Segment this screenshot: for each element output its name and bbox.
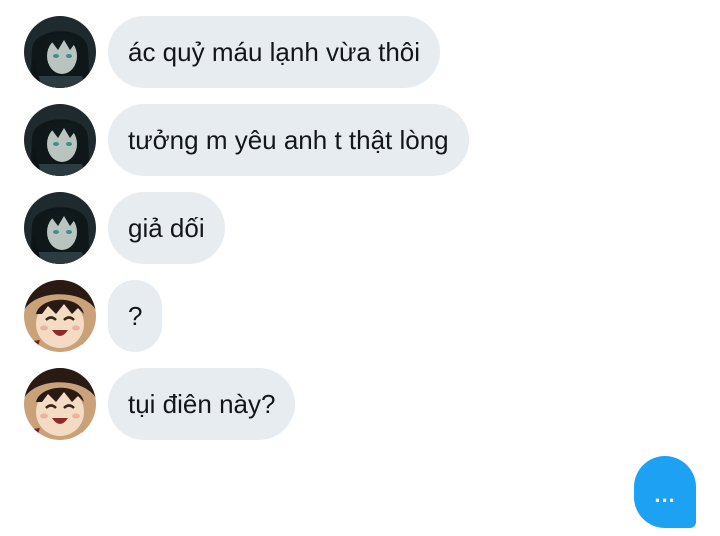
smiling-character-avatar-icon bbox=[24, 368, 96, 440]
dark-haired-character-avatar-icon bbox=[24, 104, 96, 176]
message-bubble[interactable]: ? bbox=[108, 280, 163, 352]
message-text: tụi điên này? bbox=[128, 388, 276, 419]
message-row: tưởng m yêu anh t thật lòng bbox=[24, 104, 469, 176]
message-row: tụi điên này? bbox=[24, 368, 296, 440]
message-text: tưởng m yêu anh t thật lòng bbox=[128, 124, 449, 155]
dark-haired-character-avatar-icon bbox=[24, 192, 96, 264]
avatar[interactable] bbox=[24, 368, 96, 440]
message-text: ác quỷ máu lạnh vừa thôi bbox=[128, 36, 421, 67]
avatar[interactable] bbox=[24, 104, 96, 176]
dark-haired-character-avatar-icon bbox=[24, 16, 96, 88]
message-row: ác quỷ máu lạnh vừa thôi bbox=[24, 16, 441, 88]
message-bubble[interactable]: ác quỷ máu lạnh vừa thôi bbox=[108, 16, 441, 88]
message-bubble[interactable]: giả dối bbox=[108, 192, 225, 264]
typing-indicator-bubble: ... bbox=[634, 456, 696, 528]
typing-indicator-text: ... bbox=[654, 482, 676, 507]
message-text: ? bbox=[128, 300, 143, 331]
avatar[interactable] bbox=[24, 16, 96, 88]
avatar[interactable] bbox=[24, 280, 96, 352]
message-bubble[interactable]: tụi điên này? bbox=[108, 368, 296, 440]
avatar[interactable] bbox=[24, 192, 96, 264]
message-row: ? bbox=[24, 280, 163, 352]
message-row: giả dối bbox=[24, 192, 225, 264]
dm-conversation-thread: ác quỷ máu lạnh vừa thôi tưởng m yêu anh… bbox=[0, 0, 720, 536]
message-bubble[interactable]: tưởng m yêu anh t thật lòng bbox=[108, 104, 469, 176]
smiling-character-avatar-icon bbox=[24, 280, 96, 352]
message-text: giả dối bbox=[128, 212, 205, 243]
